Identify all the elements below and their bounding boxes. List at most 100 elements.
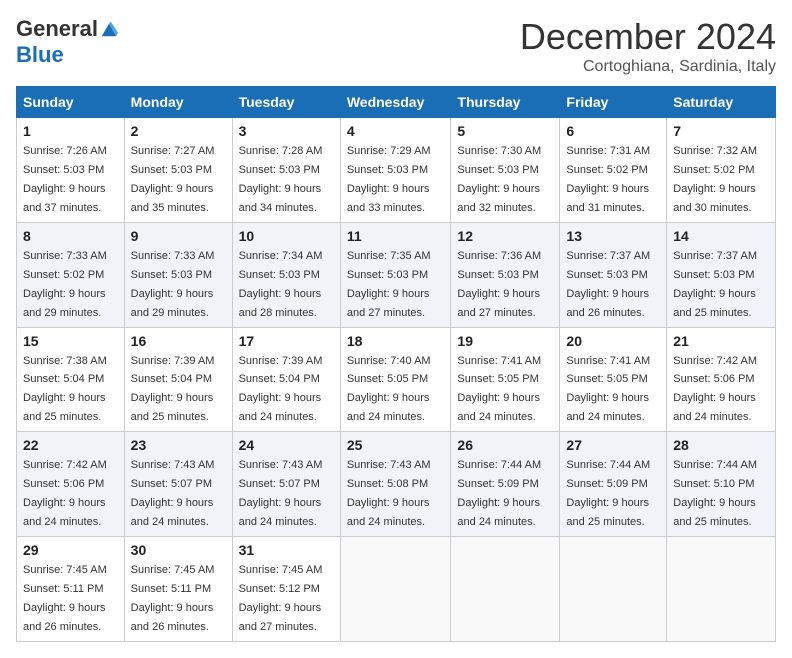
day-cell-2: 2 Sunrise: 7:27 AMSunset: 5:03 PMDayligh…: [124, 118, 232, 223]
day-number: 26: [457, 437, 553, 453]
day-cell-10: 10 Sunrise: 7:34 AMSunset: 5:03 PMDaylig…: [232, 222, 340, 327]
day-info: Sunrise: 7:43 AMSunset: 5:08 PMDaylight:…: [347, 459, 431, 528]
day-cell-23: 23 Sunrise: 7:43 AMSunset: 5:07 PMDaylig…: [124, 432, 232, 537]
day-cell-30: 30 Sunrise: 7:45 AMSunset: 5:11 PMDaylig…: [124, 537, 232, 642]
day-info: Sunrise: 7:37 AMSunset: 5:03 PMDaylight:…: [673, 250, 757, 319]
day-info: Sunrise: 7:36 AMSunset: 5:03 PMDaylight:…: [457, 250, 541, 319]
day-info: Sunrise: 7:44 AMSunset: 5:09 PMDaylight:…: [566, 459, 650, 528]
day-info: Sunrise: 7:28 AMSunset: 5:03 PMDaylight:…: [239, 145, 323, 214]
day-info: Sunrise: 7:44 AMSunset: 5:09 PMDaylight:…: [457, 459, 541, 528]
day-cell-20: 20 Sunrise: 7:41 AMSunset: 5:05 PMDaylig…: [560, 327, 667, 432]
day-number: 16: [131, 333, 226, 349]
calendar-week-row: 8 Sunrise: 7:33 AMSunset: 5:02 PMDayligh…: [17, 222, 776, 327]
day-number: 27: [566, 437, 660, 453]
logo-blue-text: Blue: [16, 42, 64, 68]
empty-cell: [451, 537, 560, 642]
day-number: 6: [566, 123, 660, 139]
day-number: 30: [131, 542, 226, 558]
day-info: Sunrise: 7:44 AMSunset: 5:10 PMDaylight:…: [673, 459, 757, 528]
day-cell-25: 25 Sunrise: 7:43 AMSunset: 5:08 PMDaylig…: [340, 432, 451, 537]
header-friday: Friday: [560, 87, 667, 118]
header-tuesday: Tuesday: [232, 87, 340, 118]
day-number: 23: [131, 437, 226, 453]
logo-icon: [100, 20, 118, 38]
day-info: Sunrise: 7:43 AMSunset: 5:07 PMDaylight:…: [239, 459, 323, 528]
day-cell-8: 8 Sunrise: 7:33 AMSunset: 5:02 PMDayligh…: [17, 222, 125, 327]
day-cell-7: 7 Sunrise: 7:32 AMSunset: 5:02 PMDayligh…: [667, 118, 776, 223]
day-number: 18: [347, 333, 445, 349]
day-cell-31: 31 Sunrise: 7:45 AMSunset: 5:12 PMDaylig…: [232, 537, 340, 642]
location-title: Cortoghiana, Sardinia, Italy: [520, 58, 776, 76]
calendar-week-row: 1 Sunrise: 7:26 AMSunset: 5:03 PMDayligh…: [17, 118, 776, 223]
day-number: 19: [457, 333, 553, 349]
day-cell-11: 11 Sunrise: 7:35 AMSunset: 5:03 PMDaylig…: [340, 222, 451, 327]
day-cell-1: 1 Sunrise: 7:26 AMSunset: 5:03 PMDayligh…: [17, 118, 125, 223]
header-monday: Monday: [124, 87, 232, 118]
day-info: Sunrise: 7:31 AMSunset: 5:02 PMDaylight:…: [566, 145, 650, 214]
day-cell-26: 26 Sunrise: 7:44 AMSunset: 5:09 PMDaylig…: [451, 432, 560, 537]
day-cell-9: 9 Sunrise: 7:33 AMSunset: 5:03 PMDayligh…: [124, 222, 232, 327]
day-number: 31: [239, 542, 334, 558]
day-cell-4: 4 Sunrise: 7:29 AMSunset: 5:03 PMDayligh…: [340, 118, 451, 223]
title-block: December 2024 Cortoghiana, Sardinia, Ita…: [520, 16, 776, 76]
day-number: 28: [673, 437, 769, 453]
day-number: 7: [673, 123, 769, 139]
day-number: 10: [239, 228, 334, 244]
day-number: 13: [566, 228, 660, 244]
calendar-week-row: 29 Sunrise: 7:45 AMSunset: 5:11 PMDaylig…: [17, 537, 776, 642]
day-info: Sunrise: 7:41 AMSunset: 5:05 PMDaylight:…: [457, 355, 541, 424]
empty-cell: [667, 537, 776, 642]
page-header: General Blue December 2024 Cortoghiana, …: [16, 16, 776, 76]
day-info: Sunrise: 7:34 AMSunset: 5:03 PMDaylight:…: [239, 250, 323, 319]
day-info: Sunrise: 7:45 AMSunset: 5:11 PMDaylight:…: [131, 564, 215, 633]
day-number: 24: [239, 437, 334, 453]
day-cell-16: 16 Sunrise: 7:39 AMSunset: 5:04 PMDaylig…: [124, 327, 232, 432]
day-cell-15: 15 Sunrise: 7:38 AMSunset: 5:04 PMDaylig…: [17, 327, 125, 432]
day-number: 12: [457, 228, 553, 244]
calendar-header-row: Sunday Monday Tuesday Wednesday Thursday…: [17, 87, 776, 118]
day-cell-18: 18 Sunrise: 7:40 AMSunset: 5:05 PMDaylig…: [340, 327, 451, 432]
day-cell-17: 17 Sunrise: 7:39 AMSunset: 5:04 PMDaylig…: [232, 327, 340, 432]
day-cell-5: 5 Sunrise: 7:30 AMSunset: 5:03 PMDayligh…: [451, 118, 560, 223]
day-number: 3: [239, 123, 334, 139]
day-info: Sunrise: 7:45 AMSunset: 5:11 PMDaylight:…: [23, 564, 107, 633]
header-saturday: Saturday: [667, 87, 776, 118]
day-cell-14: 14 Sunrise: 7:37 AMSunset: 5:03 PMDaylig…: [667, 222, 776, 327]
empty-cell: [340, 537, 451, 642]
day-info: Sunrise: 7:42 AMSunset: 5:06 PMDaylight:…: [673, 355, 757, 424]
day-number: 29: [23, 542, 118, 558]
day-number: 1: [23, 123, 118, 139]
day-number: 8: [23, 228, 118, 244]
day-cell-22: 22 Sunrise: 7:42 AMSunset: 5:06 PMDaylig…: [17, 432, 125, 537]
day-number: 2: [131, 123, 226, 139]
day-cell-3: 3 Sunrise: 7:28 AMSunset: 5:03 PMDayligh…: [232, 118, 340, 223]
day-info: Sunrise: 7:30 AMSunset: 5:03 PMDaylight:…: [457, 145, 541, 214]
day-info: Sunrise: 7:41 AMSunset: 5:05 PMDaylight:…: [566, 355, 650, 424]
day-info: Sunrise: 7:37 AMSunset: 5:03 PMDaylight:…: [566, 250, 650, 319]
day-info: Sunrise: 7:33 AMSunset: 5:03 PMDaylight:…: [131, 250, 215, 319]
day-cell-13: 13 Sunrise: 7:37 AMSunset: 5:03 PMDaylig…: [560, 222, 667, 327]
day-number: 4: [347, 123, 445, 139]
logo-general-text: General: [16, 16, 98, 42]
calendar-week-row: 22 Sunrise: 7:42 AMSunset: 5:06 PMDaylig…: [17, 432, 776, 537]
day-number: 25: [347, 437, 445, 453]
day-number: 21: [673, 333, 769, 349]
month-title: December 2024: [520, 16, 776, 58]
day-cell-12: 12 Sunrise: 7:36 AMSunset: 5:03 PMDaylig…: [451, 222, 560, 327]
day-info: Sunrise: 7:43 AMSunset: 5:07 PMDaylight:…: [131, 459, 215, 528]
day-cell-21: 21 Sunrise: 7:42 AMSunset: 5:06 PMDaylig…: [667, 327, 776, 432]
day-cell-19: 19 Sunrise: 7:41 AMSunset: 5:05 PMDaylig…: [451, 327, 560, 432]
day-info: Sunrise: 7:32 AMSunset: 5:02 PMDaylight:…: [673, 145, 757, 214]
day-number: 20: [566, 333, 660, 349]
day-info: Sunrise: 7:29 AMSunset: 5:03 PMDaylight:…: [347, 145, 431, 214]
header-sunday: Sunday: [17, 87, 125, 118]
day-info: Sunrise: 7:40 AMSunset: 5:05 PMDaylight:…: [347, 355, 431, 424]
day-info: Sunrise: 7:38 AMSunset: 5:04 PMDaylight:…: [23, 355, 107, 424]
day-info: Sunrise: 7:26 AMSunset: 5:03 PMDaylight:…: [23, 145, 107, 214]
day-info: Sunrise: 7:42 AMSunset: 5:06 PMDaylight:…: [23, 459, 107, 528]
day-number: 17: [239, 333, 334, 349]
day-info: Sunrise: 7:39 AMSunset: 5:04 PMDaylight:…: [131, 355, 215, 424]
day-cell-28: 28 Sunrise: 7:44 AMSunset: 5:10 PMDaylig…: [667, 432, 776, 537]
day-info: Sunrise: 7:39 AMSunset: 5:04 PMDaylight:…: [239, 355, 323, 424]
day-cell-29: 29 Sunrise: 7:45 AMSunset: 5:11 PMDaylig…: [17, 537, 125, 642]
